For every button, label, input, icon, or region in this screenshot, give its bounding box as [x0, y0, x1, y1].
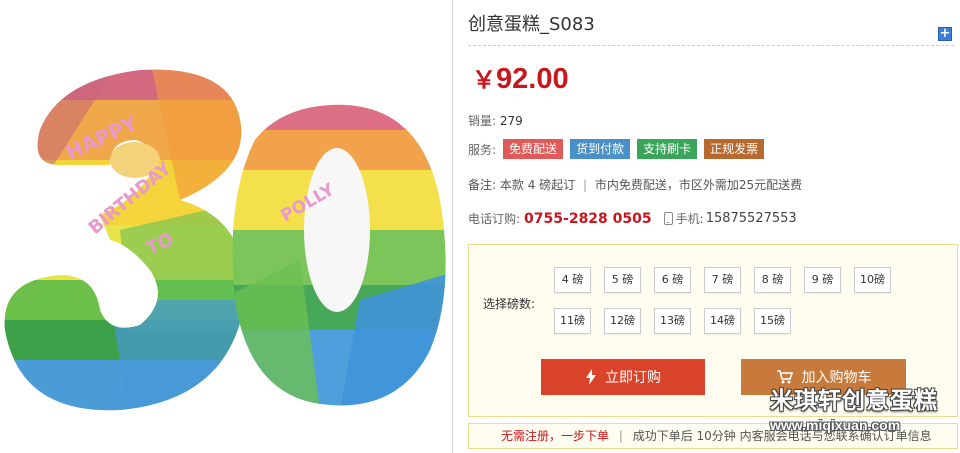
mobile-label: 手机:: [675, 212, 704, 226]
product-image: HAPPY BIRTHDAY TO POLLY: [0, 0, 452, 453]
title-divider: [468, 45, 954, 46]
weight-option-4[interactable]: 4 磅: [554, 267, 591, 293]
note-separator: |: [582, 178, 588, 192]
weight-option-12[interactable]: 12磅: [604, 308, 641, 334]
mobile-phone-icon: [663, 212, 673, 225]
note-min-order: 本款 4 磅起订: [499, 178, 576, 192]
cart-icon: [776, 370, 793, 384]
price-value: 92.00: [496, 63, 569, 95]
weight-option-6[interactable]: 6 磅: [654, 267, 691, 293]
weight-option-8[interactable]: 8 磅: [754, 267, 791, 293]
order-now-button[interactable]: 立即订购: [541, 359, 705, 395]
panel-divider: [452, 0, 453, 453]
weight-option-5[interactable]: 5 磅: [604, 267, 641, 293]
product-price: ￥92.00: [472, 60, 569, 96]
service-tag-invoice: 正规发票: [704, 139, 765, 159]
phone-number: 0755-2828 0505: [524, 210, 652, 227]
sales-row: 销量: 279: [468, 112, 523, 129]
service-tag-free-delivery: 免费配送: [503, 139, 564, 159]
order-info-bar: 无需注册，一步下单 | 成功下单后 10分钟 内客服会电话与您联系确认订单信息: [468, 423, 958, 449]
order-now-label: 立即订购: [605, 370, 661, 386]
product-title: 创意蛋糕_S083: [468, 14, 595, 35]
phone-row: 电话订购: 0755-2828 0505 手机: 15875527553: [468, 210, 797, 227]
phone-label: 电话订购:: [468, 212, 521, 226]
weight-select-label: 选择磅数:: [483, 297, 536, 311]
note-label: 备注:: [468, 178, 497, 192]
product-info: 创意蛋糕_S083 + ￥92.00 销量: 279 服务: 免费配送 货到付款…: [468, 0, 960, 453]
note-delivery: 市内免费配送，市区外需加25元配送费: [594, 178, 803, 192]
services-label: 服务:: [468, 142, 497, 157]
order-info-separator: |: [618, 429, 623, 443]
weight-option-11[interactable]: 11磅: [554, 308, 591, 334]
sales-label: 销量:: [468, 114, 497, 128]
weight-option-7[interactable]: 7 磅: [704, 267, 741, 293]
service-tag-card: 支持刷卡: [637, 139, 698, 159]
add-to-cart-label: 加入购物车: [801, 370, 872, 386]
weight-option-15[interactable]: 15磅: [754, 308, 791, 334]
note-row: 备注: 本款 4 磅起订 | 市内免费配送，市区外需加25元配送费: [468, 176, 802, 193]
no-register-text: 无需注册，一步下单: [501, 429, 610, 443]
weight-option-10[interactable]: 10磅: [854, 267, 891, 293]
zero-hole: [304, 148, 370, 312]
price-symbol: ￥: [472, 67, 496, 94]
sales-count: 279: [499, 114, 523, 128]
weight-options: 4 磅 5 磅 6 磅 7 磅 8 磅 9 磅 10磅 11磅 12磅 13磅 …: [554, 267, 914, 334]
service-tag-cod: 货到付款: [570, 139, 631, 159]
lightning-icon: [586, 369, 596, 385]
weight-option-14[interactable]: 14磅: [704, 308, 741, 334]
weight-select-panel: 选择磅数: 4 磅 5 磅 6 磅 7 磅 8 磅 9 磅 10磅 11磅 12…: [468, 244, 958, 417]
expand-plus-icon[interactable]: +: [938, 27, 952, 41]
mobile-number: 15875527553: [705, 211, 797, 226]
add-to-cart-button[interactable]: 加入购物车: [741, 359, 906, 395]
cake-illustration: HAPPY BIRTHDAY TO POLLY: [4, 69, 446, 411]
services-row: 服务: 免费配送 货到付款 支持刷卡 正规发票: [468, 139, 765, 159]
weight-option-9[interactable]: 9 磅: [804, 267, 841, 293]
weight-option-13[interactable]: 13磅: [654, 308, 691, 334]
order-confirm-text: 成功下单后 10分钟 内客服会电话与您联系确认订单信息: [632, 429, 932, 443]
